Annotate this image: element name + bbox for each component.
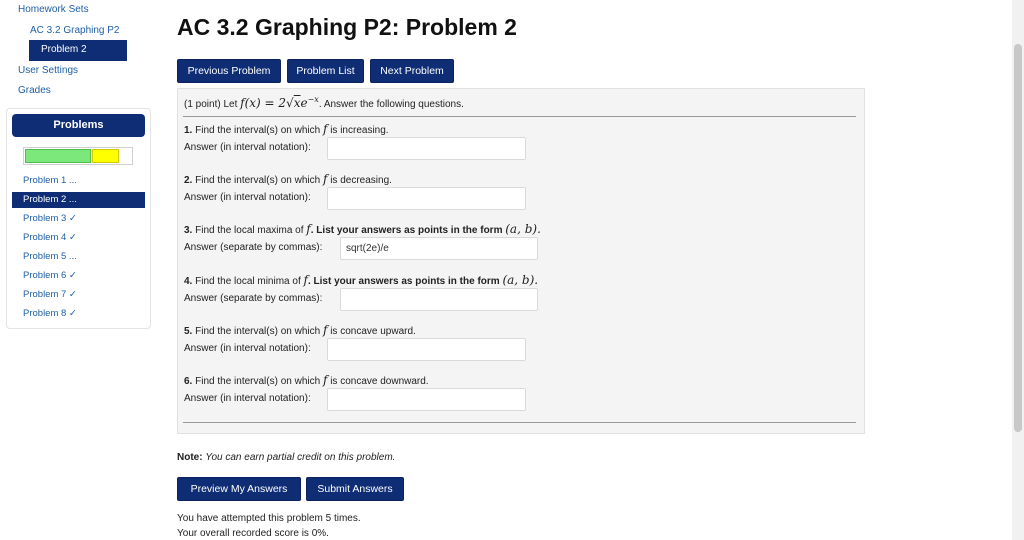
question-3: 3. Find the local maxima of f. List your… (184, 222, 541, 236)
progress-bar (23, 147, 133, 165)
score-text: Your overall recorded score is 0%. (177, 528, 329, 539)
sidebar-problem-3[interactable]: Problem 3 ✓ (23, 211, 145, 227)
answer-label-5: Answer (in interval notation): (184, 343, 311, 354)
sidebar-problem-4[interactable]: Problem 4 ✓ (23, 230, 145, 246)
sidebar-problem-7[interactable]: Problem 7 ✓ (23, 287, 145, 303)
nav-homework-sets[interactable]: Homework Sets (18, 4, 89, 15)
intro-suffix: . Answer the following questions. (318, 99, 464, 110)
sidebar-problem-2[interactable]: Problem 2 ... (12, 192, 145, 208)
problems-header: Problems (12, 114, 145, 137)
nav-grades[interactable]: Grades (18, 85, 51, 96)
sidebar-problem-5[interactable]: Problem 5 ... (23, 249, 145, 265)
nav-current-problem[interactable]: Problem 2 (29, 40, 127, 61)
previous-problem-button[interactable]: Previous Problem (177, 59, 281, 83)
question-4: 4. Find the local minima of f. List your… (184, 273, 539, 287)
nav-set-name[interactable]: AC 3.2 Graphing P2 (30, 25, 120, 36)
sidebar-problem-1[interactable]: Problem 1 ... (23, 173, 145, 189)
next-problem-button[interactable]: Next Problem (370, 59, 454, 83)
answer-label-2: Answer (in interval notation): (184, 192, 311, 203)
question-6: 6. Find the interval(s) on which f is co… (184, 373, 429, 387)
answer-label-4: Answer (separate by commas): (184, 293, 323, 304)
intro-prefix: (1 point) Let (184, 99, 238, 110)
nav-user-settings[interactable]: User Settings (18, 65, 78, 76)
sidebar-problem-6[interactable]: Problem 6 ✓ (23, 268, 145, 284)
answer-label-3: Answer (separate by commas): (184, 242, 323, 253)
answer-input-2[interactable] (327, 187, 526, 210)
problem-intro: (1 point) Let f(x) = 2√xe−x. Answer the … (184, 95, 464, 110)
top-divider (183, 116, 856, 117)
scrollbar-thumb[interactable] (1014, 44, 1022, 432)
partial-credit-note: Note: You can earn partial credit on thi… (177, 452, 396, 463)
problem-list-button[interactable]: Problem List (287, 59, 364, 83)
answer-input-5[interactable] (327, 338, 526, 361)
submit-answers-button[interactable]: Submit Answers (306, 477, 404, 501)
page-title: AC 3.2 Graphing P2: Problem 2 (177, 14, 517, 40)
answer-label-6: Answer (in interval notation): (184, 393, 311, 404)
bottom-divider (183, 422, 856, 423)
progress-partial-segment (92, 149, 119, 163)
question-2: 2. Find the interval(s) on which f is de… (184, 172, 392, 186)
answer-label-1: Answer (in interval notation): (184, 142, 311, 153)
answer-input-6[interactable] (327, 388, 526, 411)
preview-answers-button[interactable]: Preview My Answers (177, 477, 301, 501)
answer-input-4[interactable] (340, 288, 538, 311)
progress-correct-segment (25, 149, 91, 163)
question-5: 5. Find the interval(s) on which f is co… (184, 323, 416, 337)
sidebar-problem-8[interactable]: Problem 8 ✓ (23, 306, 145, 322)
question-1: 1. Find the interval(s) on which f is in… (184, 122, 389, 136)
attempts-text: You have attempted this problem 5 times. (177, 513, 361, 524)
answer-input-1[interactable] (327, 137, 526, 160)
function-definition: f(x) = 2√xe−x (240, 95, 319, 110)
answer-input-3[interactable] (340, 237, 538, 260)
